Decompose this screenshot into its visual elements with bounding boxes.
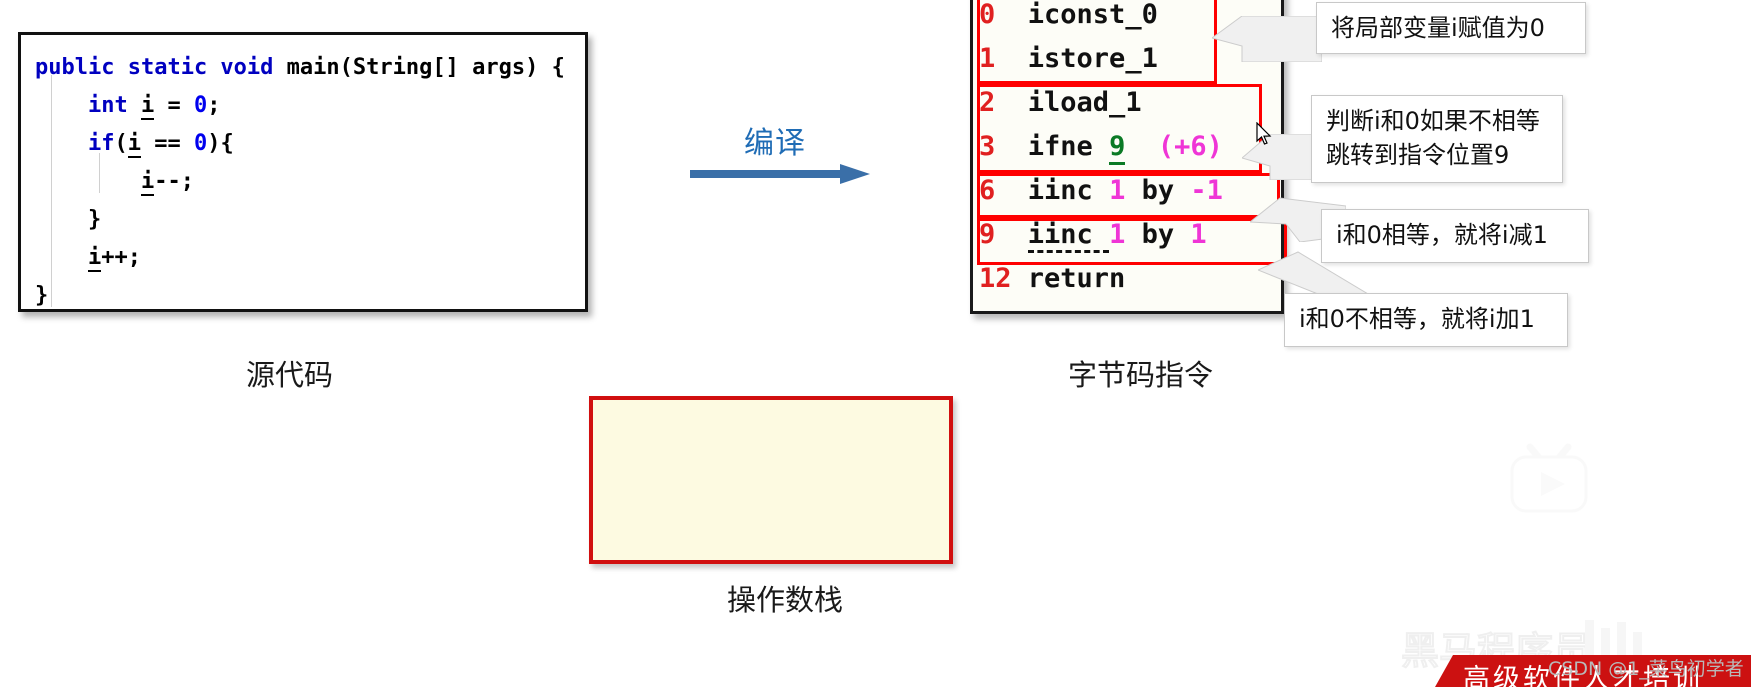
- bytecode-line: 9 iinc 1 by 1: [973, 213, 1281, 257]
- source-code-line: public static void main(String[] args) {: [35, 49, 579, 87]
- source-code-line: i++;: [35, 239, 579, 277]
- bytecode-token: iconst_0: [1027, 0, 1158, 30]
- code-token: ==: [140, 131, 194, 156]
- source-code-line: if(i == 0){: [35, 125, 579, 163]
- code-token: i: [127, 131, 141, 158]
- operand-stack-box: [589, 396, 953, 564]
- source-code-text: public static void main(String[] args) {…: [35, 49, 579, 315]
- callout-ifne: 判断i和0如果不相等 跳转到指令位置9: [1311, 95, 1563, 183]
- compile-label: 编译: [744, 126, 806, 161]
- caption-source-code: 源代码: [246, 358, 334, 392]
- callout-line: i和0不相等，就将i加1: [1299, 305, 1535, 333]
- csdn-watermark: CSDN @1_菜鸟初学者: [1548, 658, 1744, 680]
- code-token: }: [35, 207, 102, 232]
- code-token: ++;: [101, 245, 141, 270]
- code-token: ){: [207, 131, 234, 156]
- code-token: ;: [207, 93, 221, 118]
- code-token: public static void: [35, 55, 287, 80]
- source-code-panel: public static void main(String[] args) {…: [18, 32, 588, 312]
- callout-line: 跳转到指令位置9: [1326, 141, 1510, 169]
- bytecode-token: by: [1125, 219, 1191, 250]
- callout-line: 判断i和0如果不相等: [1326, 107, 1540, 135]
- bytecode-token: by: [1125, 175, 1191, 206]
- bytecode-token: istore_1: [1027, 43, 1158, 74]
- code-token: if: [87, 131, 115, 156]
- bytecode-offset: 3: [979, 131, 996, 162]
- bytecode-offset: 0: [979, 0, 996, 30]
- bytecode-line-list: 0 iconst_0 1 istore_1 2 iload_1 3 ifne 9 (+…: [973, 0, 1281, 301]
- code-token: 0: [193, 131, 208, 156]
- code-token: --;: [154, 169, 194, 194]
- bytecode-offset: 1: [979, 43, 996, 74]
- bytecode-token: iinc: [1027, 219, 1110, 253]
- bytecode-token: 1: [1190, 219, 1207, 250]
- source-code-line: int i = 0;: [35, 87, 579, 125]
- caption-operand-stack: 操作数栈: [727, 583, 844, 617]
- bytecode-token: (+6): [1157, 131, 1223, 162]
- code-token: }: [35, 283, 49, 308]
- bytecode-token: iload_1: [1027, 87, 1142, 118]
- code-token: i: [140, 93, 155, 120]
- code-token: i: [140, 169, 155, 196]
- bytecode-token: [1125, 131, 1158, 162]
- bytecode-line: 2 iload_1: [973, 81, 1281, 125]
- code-token: (: [114, 131, 128, 156]
- callout-iinc-minus1: i和0相等，就将i减1: [1321, 209, 1589, 263]
- code-token: main: [286, 55, 340, 80]
- bytecode-line: 6 iinc 1 by -1: [973, 169, 1281, 213]
- slide-canvas: public static void main(String[] args) {…: [0, 0, 1751, 687]
- bytecode-offset: 9: [979, 219, 996, 250]
- bytecode-offset: 2: [979, 87, 996, 118]
- bytecode-line: 3 ifne 9 (+6): [973, 125, 1281, 169]
- bytecode-line: 12 return: [973, 257, 1281, 301]
- source-code-line: }: [35, 201, 579, 239]
- code-token: 0: [193, 93, 208, 118]
- code-token: i: [87, 245, 102, 272]
- bytecode-token: 1: [1109, 219, 1126, 250]
- code-token: =: [154, 93, 194, 118]
- caption-bytecode: 字节码指令: [1068, 358, 1214, 392]
- code-token: (String[] args) {: [339, 55, 565, 80]
- video-play-logo-icon: [1510, 443, 1588, 513]
- bytecode-token: ifne: [1027, 131, 1110, 162]
- bytecode-token: 9: [1109, 131, 1126, 165]
- callout-iinc-plus1: i和0不相等，就将i加1: [1284, 293, 1568, 347]
- compile-arrow-icon: [690, 164, 870, 184]
- bytecode-line: 1 istore_1: [973, 37, 1281, 81]
- bytecode-token: iinc: [1027, 175, 1110, 206]
- bytecode-offset: 12: [979, 263, 1012, 294]
- code-token: int: [87, 93, 128, 118]
- callout-line: 将局部变量i赋值为0: [1331, 14, 1545, 42]
- source-code-line: i--;: [35, 163, 579, 201]
- callout-line: i和0相等，就将i减1: [1336, 221, 1548, 249]
- bytecode-token: return: [1027, 263, 1126, 294]
- bytecode-token: 1: [1109, 175, 1126, 206]
- callout-iconst-istore: 将局部变量i赋值为0: [1316, 2, 1586, 54]
- bytecode-line: 0 iconst_0: [973, 0, 1281, 37]
- bytecode-token: -1: [1190, 175, 1223, 206]
- bytecode-instructions-panel: 0 iconst_0 1 istore_1 2 iload_1 3 ifne 9 (+…: [970, 0, 1287, 314]
- mouse-pointer-icon: [1256, 122, 1272, 145]
- bytecode-offset: 6: [979, 175, 996, 206]
- source-code-line: }: [35, 277, 579, 315]
